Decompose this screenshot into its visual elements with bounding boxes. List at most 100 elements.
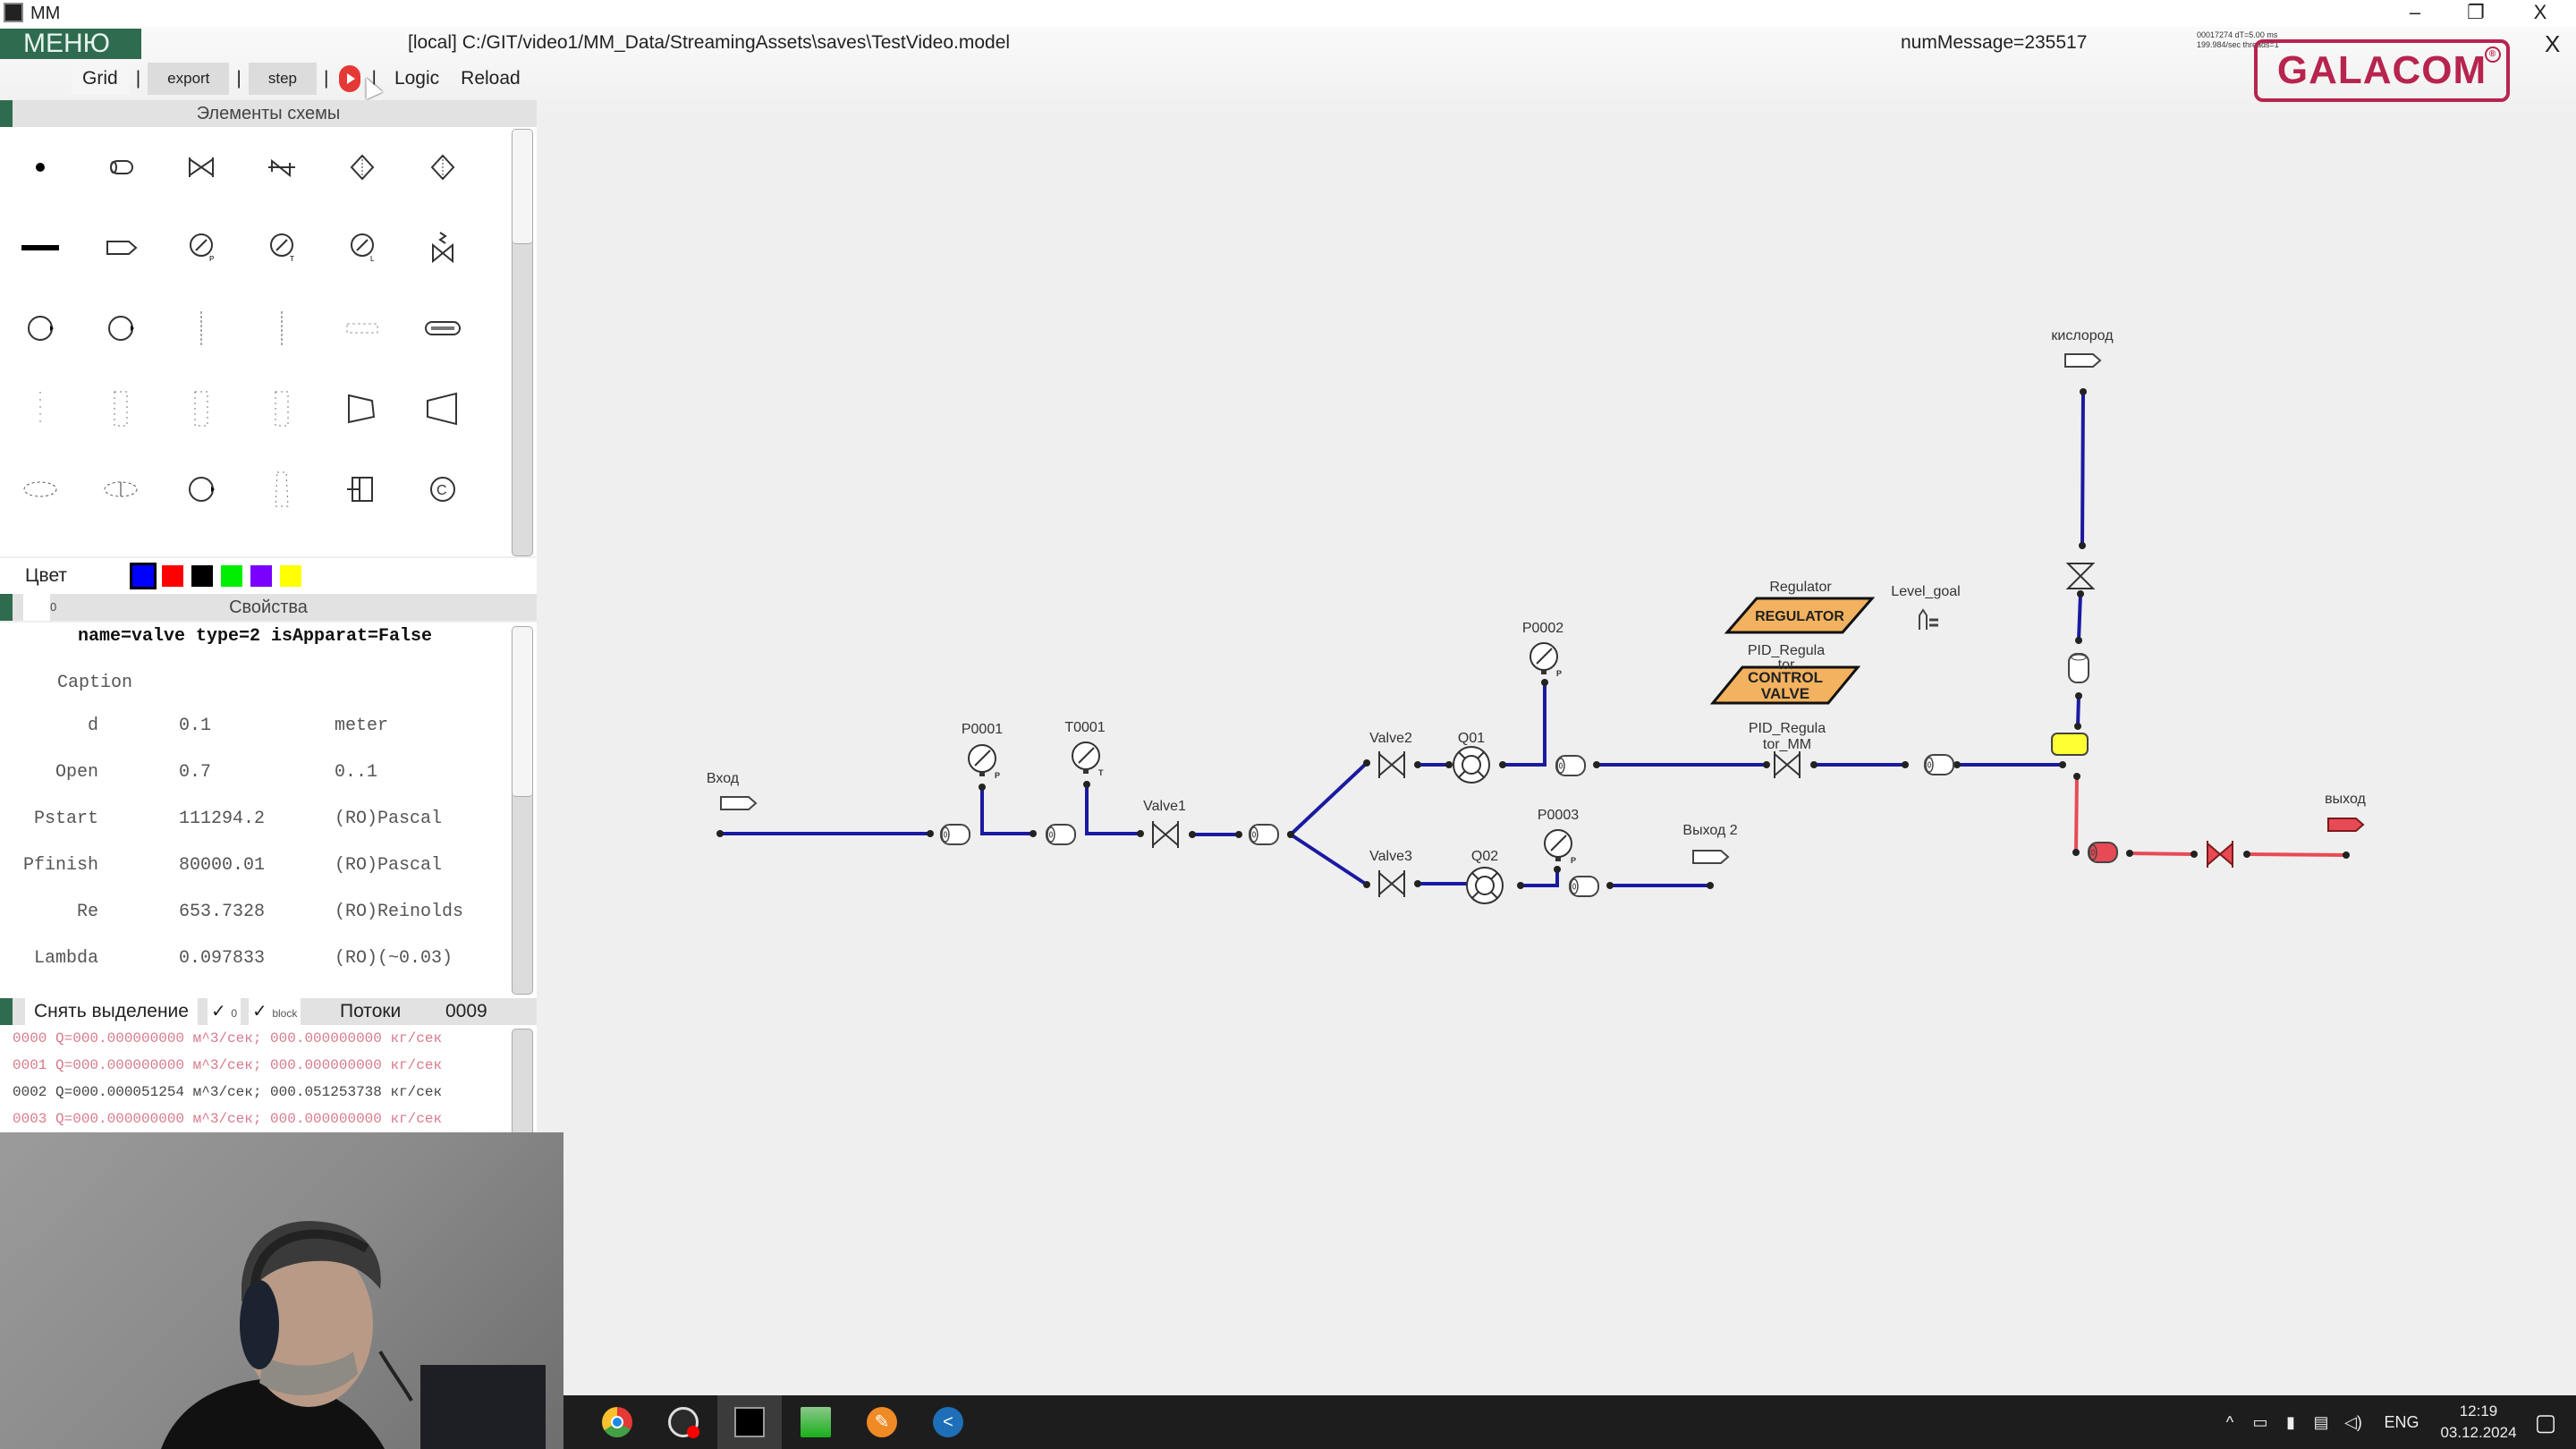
palette-item-pump[interactable]: [0, 288, 80, 369]
color-swatch[interactable]: [130, 563, 157, 589]
palette-item-separator-dashed[interactable]: [0, 449, 80, 530]
gauge-p0002[interactable]: P: [1530, 642, 1562, 678]
pipe-segment-3[interactable]: [1249, 824, 1279, 845]
gauge-p0003[interactable]: P: [1544, 829, 1576, 865]
level-goal-icon[interactable]: [1919, 608, 1938, 630]
outlet-valve[interactable]: [2207, 841, 2233, 868]
palette-item-partial[interactable]: [80, 530, 161, 556]
clock[interactable]: 12:19 03.12.2024: [2429, 1401, 2528, 1444]
property-value[interactable]: 0.7: [179, 762, 211, 783]
pipe-t0001[interactable]: [1085, 784, 1140, 835]
checkbox-zero[interactable]: ✓ 0: [208, 998, 242, 1025]
palette-item-reactor-dashed[interactable]: [80, 369, 161, 449]
palette-item-check-valve[interactable]: [242, 127, 322, 208]
pipe-segment-2[interactable]: [1046, 824, 1076, 845]
pipe-branch-upper[interactable]: [1289, 761, 1368, 836]
flows-scrollbar[interactable]: [512, 1029, 533, 1132]
inlet-port[interactable]: [720, 796, 758, 810]
pipe-oxygen[interactable]: [2080, 391, 2085, 547]
oxygen-valve[interactable]: [2065, 563, 2096, 589]
scrollbar-thumb[interactable]: [513, 130, 532, 244]
flow-line[interactable]: 0001 Q=000.000000000 м^3/сек; 000.000000…: [13, 1052, 442, 1079]
notifications-icon[interactable]: ▢: [2528, 1395, 2563, 1449]
window-close-button[interactable]: X: [2513, 0, 2567, 27]
control-valve-block[interactable]: CONTROLVALVE: [1709, 665, 1861, 705]
volume-icon[interactable]: ◁): [2340, 1395, 2367, 1449]
palette-item-compressor-c[interactable]: C: [402, 449, 483, 530]
restore-button[interactable]: ❐: [2449, 0, 2503, 27]
pipe-branch-lower[interactable]: [1289, 833, 1368, 886]
flowmeter-q01[interactable]: [1453, 746, 1490, 784]
palette-item-partial[interactable]: [0, 530, 80, 556]
palette-item-tower-dashed[interactable]: [242, 449, 322, 530]
outlet-port[interactable]: [2327, 818, 2365, 832]
taskbar-pencil-app[interactable]: ✎: [850, 1395, 914, 1449]
color-swatch[interactable]: [162, 565, 183, 587]
palette-scrollbar[interactable]: [512, 129, 533, 556]
checkbox-block[interactable]: ✓ block: [249, 998, 301, 1025]
run-button[interactable]: [339, 65, 361, 92]
property-value[interactable]: 0.1: [179, 716, 211, 736]
minimize-button[interactable]: –: [2388, 0, 2442, 27]
menu-button[interactable]: МЕНЮ: [0, 29, 141, 59]
palette-item-inlet-outlet[interactable]: [80, 208, 161, 288]
gauge-t0001[interactable]: T: [1072, 741, 1104, 777]
oxygen-port[interactable]: [2064, 353, 2102, 368]
caption-label[interactable]: Caption: [57, 673, 132, 693]
outlet2-port[interactable]: [1692, 850, 1730, 864]
palette-item-valve[interactable]: [161, 127, 242, 208]
taskbar-share-app[interactable]: <: [916, 1395, 980, 1449]
pipe-q01-p0002[interactable]: [1503, 682, 1546, 767]
property-value[interactable]: 111294.2: [179, 809, 265, 829]
logic-button[interactable]: Logic: [384, 63, 450, 95]
step-button[interactable]: step: [248, 63, 318, 95]
pipe-segment-6[interactable]: [1924, 754, 1954, 775]
pipe-q02-p0003[interactable]: [1521, 869, 1559, 887]
grid-button[interactable]: Grid: [72, 63, 129, 95]
scrollbar-thumb[interactable]: [513, 627, 532, 797]
color-swatch[interactable]: [221, 565, 242, 587]
taskbar-chrome[interactable]: [585, 1395, 649, 1449]
color-swatch[interactable]: [191, 565, 213, 587]
language-indicator[interactable]: ENG: [2379, 1395, 2424, 1449]
pipe-red-2[interactable]: [2129, 852, 2195, 856]
flow-line[interactable]: 0003 Q=000.000000000 м^3/сек; 000.000000…: [13, 1106, 442, 1132]
pipe-p0001[interactable]: [980, 787, 1033, 835]
regulator-block[interactable]: REGULATOR: [1724, 597, 1876, 634]
flowmeter-q02[interactable]: [1466, 867, 1504, 904]
palette-item-node-dot[interactable]: [0, 127, 80, 208]
palette-item-partial[interactable]: [161, 530, 242, 556]
valve2[interactable]: [1378, 751, 1405, 778]
taskbar-mm-app[interactable]: [717, 1395, 782, 1449]
palette-item-column-dashed[interactable]: [0, 369, 80, 449]
reload-button[interactable]: Reload: [450, 63, 531, 95]
property-value[interactable]: 653.7328: [179, 902, 265, 922]
pipe-segment-1[interactable]: [940, 824, 970, 845]
palette-item-heater[interactable]: [322, 288, 402, 369]
camera-icon[interactable]: ▭: [2247, 1395, 2274, 1449]
property-value[interactable]: 0.097833: [179, 948, 265, 969]
pipe-segment-4[interactable]: [1555, 755, 1586, 776]
export-button[interactable]: export: [148, 63, 230, 95]
palette-item-heat-exchanger[interactable]: [402, 288, 483, 369]
palette-item-vertical-column[interactable]: [161, 288, 242, 369]
palette-item-pressure-gauge[interactable]: P: [161, 208, 242, 288]
color-swatch[interactable]: [250, 565, 272, 587]
palette-item-level-gauge[interactable]: L: [322, 208, 402, 288]
pipe-segment-vertical[interactable]: [2068, 653, 2089, 683]
taskbar-green-app[interactable]: [784, 1395, 848, 1449]
palette-item-filter[interactable]: [322, 127, 402, 208]
palette-item-compressor[interactable]: [322, 369, 402, 449]
palette-item-filter-alt[interactable]: [402, 127, 483, 208]
flow-line[interactable]: 0000 Q=000.000000000 м^3/сек; 000.000000…: [13, 1025, 442, 1052]
valve1[interactable]: [1152, 821, 1179, 848]
process-diagram[interactable]: Вход P P0001 T T0001 Valve1 Valve2 Q01 P P0002 Val…: [564, 116, 2576, 1395]
palette-item-thick-line[interactable]: [0, 208, 80, 288]
schema-canvas[interactable]: Вход P P0001 T T0001 Valve1 Valve2 Q01 P P0002 Val…: [564, 116, 2576, 1395]
palette-item-reactor-alt[interactable]: [161, 369, 242, 449]
network-icon[interactable]: ▤: [2308, 1395, 2334, 1449]
palette-item-separator-dashed-alt[interactable]: [80, 449, 161, 530]
mixer-vessel[interactable]: [2051, 733, 2089, 756]
tray-expand-icon[interactable]: ^: [2216, 1395, 2243, 1449]
flow-line[interactable]: 0002 Q=000.000051254 м^3/сек; 000.051253…: [13, 1079, 442, 1106]
